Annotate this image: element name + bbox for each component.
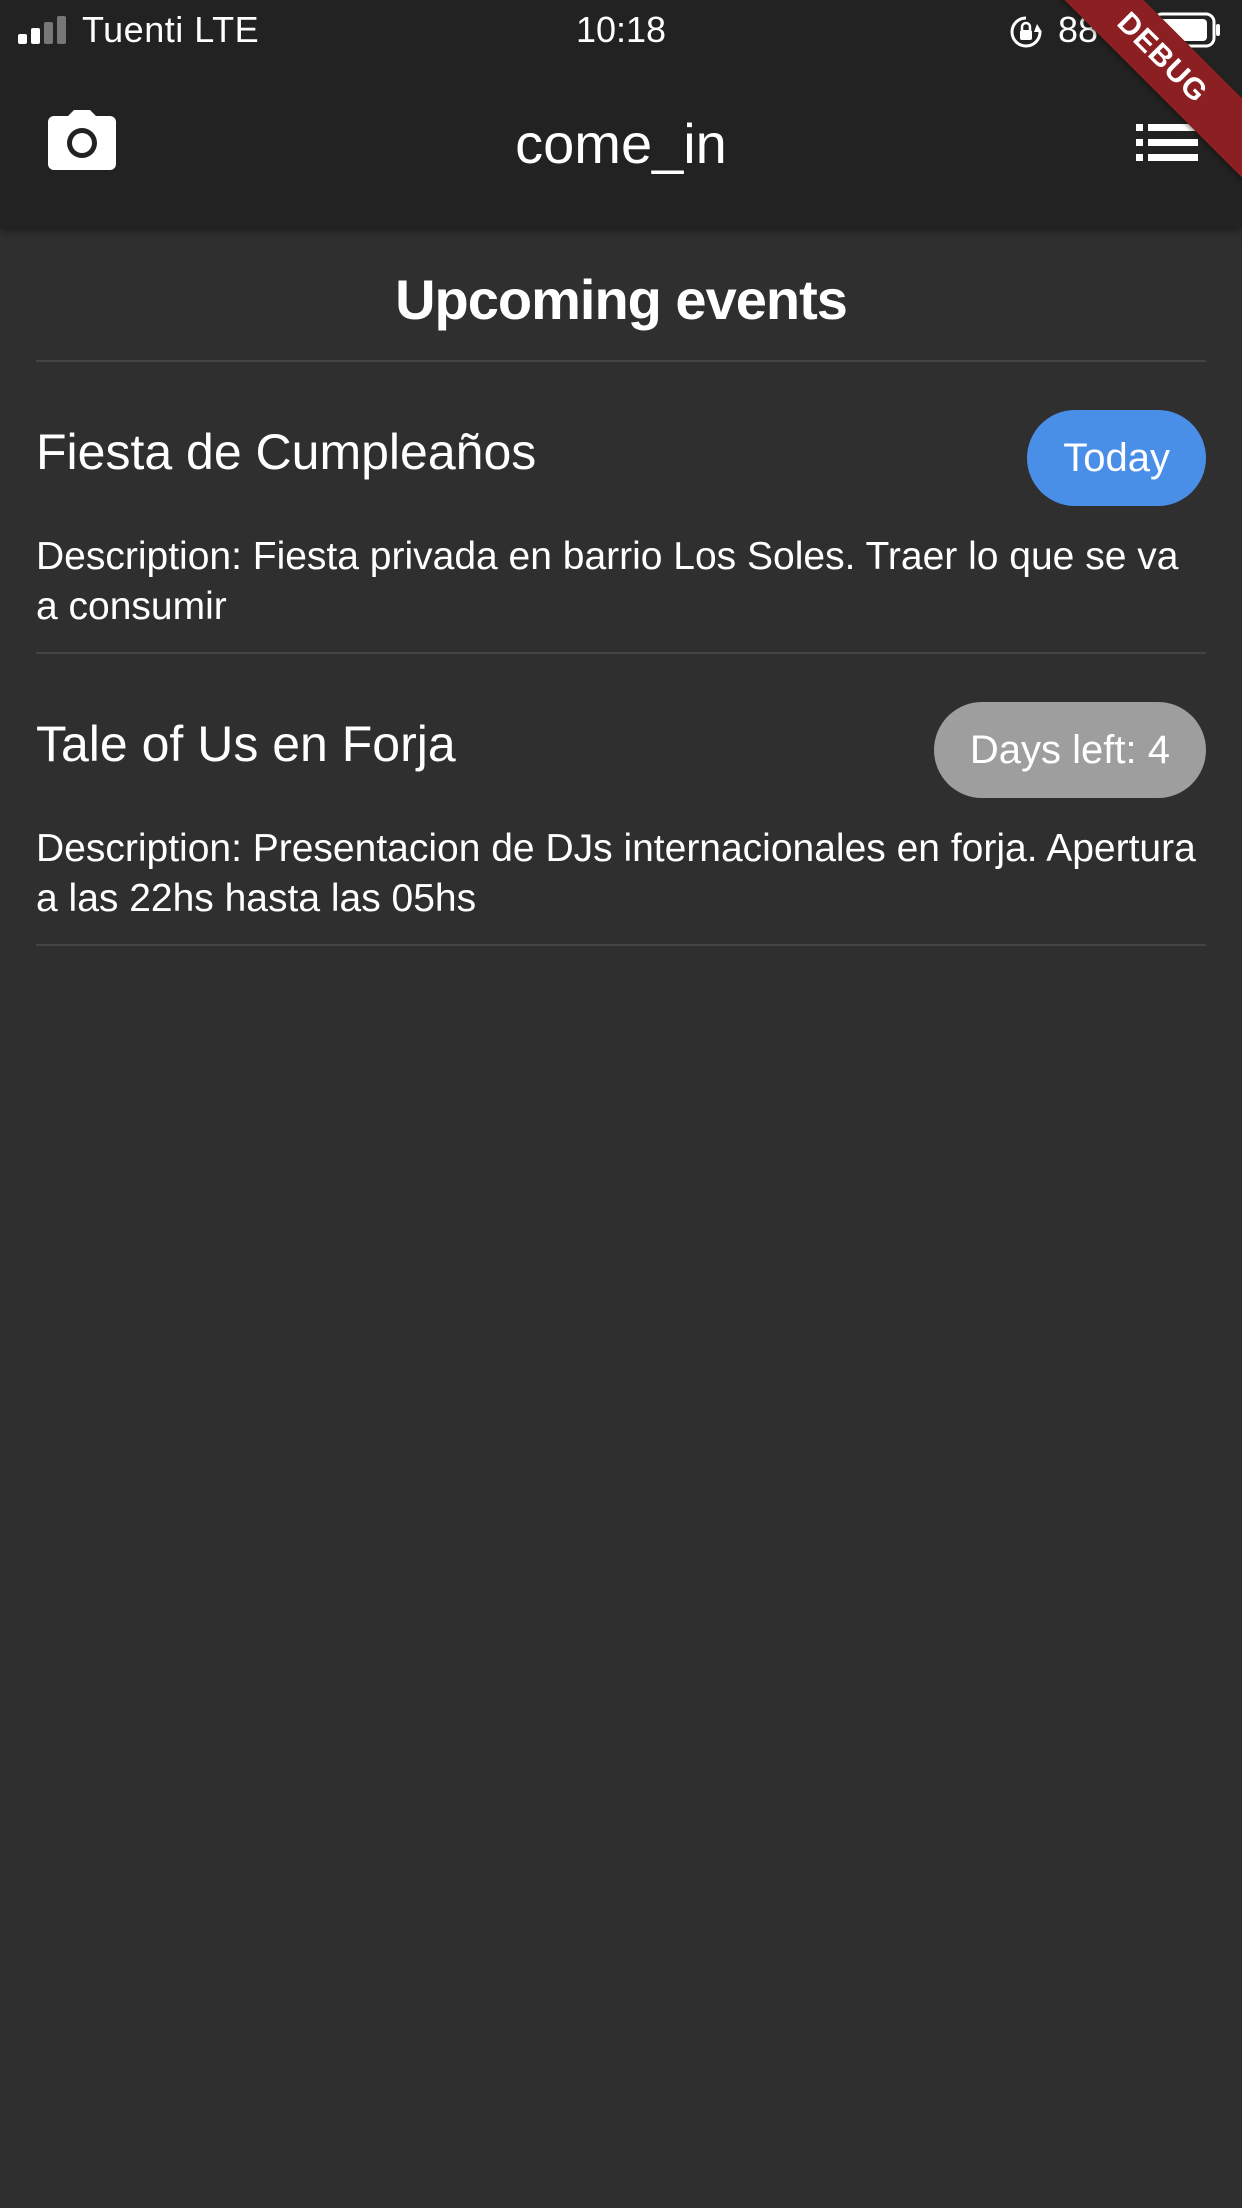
screen: Tuenti LTE 10:18 88 % <box>0 0 1242 2208</box>
app-bar: come_in <box>0 58 1242 228</box>
event-description: Description: Fiesta privada en barrio Lo… <box>36 535 1179 628</box>
list-menu-button[interactable] <box>1136 124 1198 162</box>
events-content: Upcoming events Fiesta de Cumpleaños Tod… <box>36 228 1206 946</box>
event-name: Fiesta de Cumpleaños <box>36 424 537 480</box>
event-item[interactable]: Tale of Us en Forja Days left: 4 Descrip… <box>36 654 1206 946</box>
list-icon <box>1136 124 1198 161</box>
top-chrome: Tuenti LTE 10:18 88 % <box>0 0 1242 228</box>
section-title: Upcoming events <box>36 228 1206 362</box>
event-description: Description: Presentacion de DJs interna… <box>36 827 1196 920</box>
status-bar: Tuenti LTE 10:18 88 % <box>0 0 1242 58</box>
event-name: Tale of Us en Forja <box>36 716 456 772</box>
event-badge-today[interactable]: Today <box>1027 410 1206 506</box>
status-time: 10:18 <box>575 9 667 50</box>
orientation-lock-icon <box>1010 16 1042 48</box>
event-badge-days-left[interactable]: Days left: 4 <box>933 702 1206 798</box>
app-title: come_in <box>515 112 727 175</box>
event-item[interactable]: Fiesta de Cumpleaños Today Description: … <box>36 362 1206 654</box>
